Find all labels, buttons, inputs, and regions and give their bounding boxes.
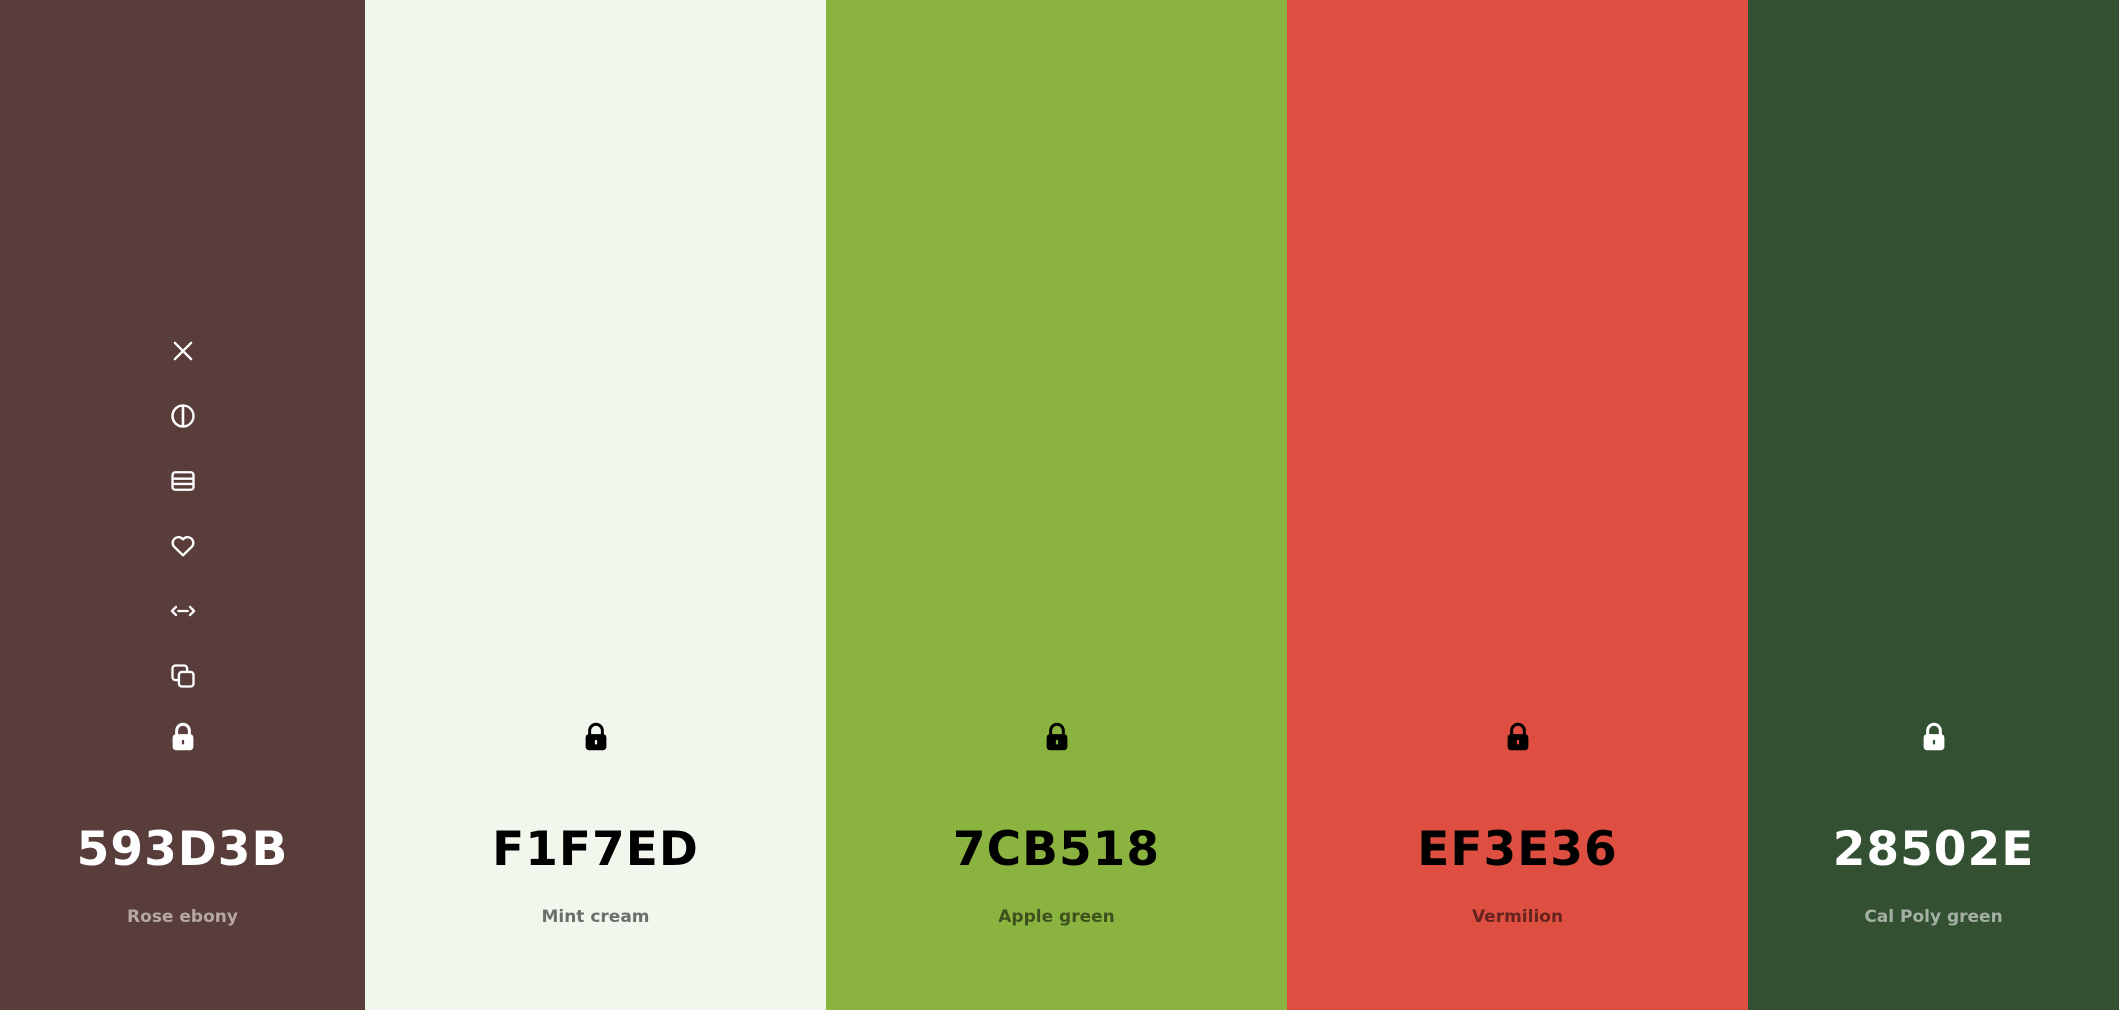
color-name[interactable]: Rose ebony <box>0 905 365 929</box>
swatch-4[interactable]: EF3E36 Vermilion <box>1287 0 1748 1010</box>
color-name[interactable]: Cal Poly green <box>1748 905 2119 929</box>
layers-icon <box>170 471 195 491</box>
copy-hex-button[interactable] <box>160 653 206 699</box>
swatch-1[interactable]: 593D3B Rose ebony <box>0 0 365 1010</box>
heart-icon <box>171 535 194 557</box>
lock-icon <box>1507 722 1528 751</box>
lock-button[interactable] <box>573 714 619 760</box>
lock-icon <box>1046 722 1067 751</box>
drag-arrows-icon <box>170 605 195 617</box>
color-name[interactable]: Vermilion <box>1287 905 1748 929</box>
hex-code[interactable]: EF3E36 <box>1287 818 1748 882</box>
hex-code[interactable]: 28502E <box>1748 818 2119 882</box>
lock-button[interactable] <box>1495 714 1541 760</box>
lock-icon <box>1923 722 1944 751</box>
color-name[interactable]: Apple green <box>826 905 1287 929</box>
save-color-button[interactable] <box>160 523 206 569</box>
swatch-2[interactable]: F1F7ED Mint cream <box>365 0 826 1010</box>
swatch-3[interactable]: 7CB518 Apple green <box>826 0 1287 1010</box>
lock-icon <box>172 722 193 751</box>
drag-button[interactable] <box>160 588 206 634</box>
hex-code[interactable]: 593D3B <box>0 818 365 882</box>
lock-icon <box>585 722 606 751</box>
hex-code[interactable]: F1F7ED <box>365 818 826 882</box>
layers-button[interactable] <box>160 458 206 504</box>
lock-button[interactable] <box>1911 714 1957 760</box>
contrast-icon <box>170 404 195 428</box>
swatch-toolbar <box>0 328 365 718</box>
remove-color-button[interactable] <box>160 328 206 374</box>
color-name[interactable]: Mint cream <box>365 905 826 929</box>
close-icon <box>173 341 192 361</box>
lock-button[interactable] <box>160 714 206 760</box>
hex-code[interactable]: 7CB518 <box>826 818 1287 882</box>
color-palette: 593D3B Rose ebony F1F7ED Mint cream 7CB5… <box>0 0 2119 1010</box>
view-shades-button[interactable] <box>160 393 206 439</box>
swatch-5[interactable]: 28502E Cal Poly green <box>1748 0 2119 1010</box>
lock-button[interactable] <box>1034 714 1080 760</box>
copy-icon <box>170 664 195 688</box>
